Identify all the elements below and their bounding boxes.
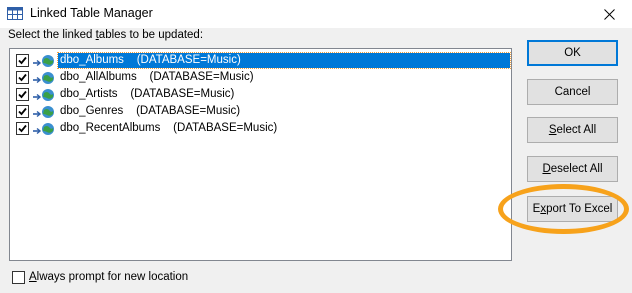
linked-table-icon xyxy=(32,54,56,68)
always-prompt-checkbox[interactable] xyxy=(12,271,25,284)
checkmark-icon xyxy=(18,90,27,99)
table-name: dbo_Albums (DATABASE=Music) xyxy=(57,52,511,69)
table-checkbox[interactable] xyxy=(16,54,29,67)
checkmark-icon xyxy=(18,73,27,82)
linked-tables-list[interactable]: dbo_Albums (DATABASE=Music) dbo_AllAlbum… xyxy=(9,48,512,261)
table-name: dbo_AllAlbums (DATABASE=Music) xyxy=(60,71,254,83)
cancel-button[interactable]: Cancel xyxy=(527,79,618,105)
close-icon xyxy=(604,9,615,20)
instructions-label: Select the linked tables to be updated: xyxy=(8,29,204,41)
deselect-all-button[interactable]: Deselect All xyxy=(527,156,618,182)
linked-table-icon xyxy=(32,88,56,102)
window-title: Linked Table Manager xyxy=(30,6,153,20)
table-checkbox[interactable] xyxy=(16,105,29,118)
checkmark-icon xyxy=(18,107,27,116)
title-bar: Linked Table Manager xyxy=(0,0,632,28)
always-prompt-label: Always prompt for new location xyxy=(29,271,189,283)
list-item[interactable]: dbo_RecentAlbums (DATABASE=Music) xyxy=(14,120,508,137)
always-prompt-option[interactable]: Always prompt for new location xyxy=(12,270,262,286)
close-button[interactable] xyxy=(586,0,632,28)
select-all-button[interactable]: Select All xyxy=(527,117,618,143)
table-name: dbo_RecentAlbums (DATABASE=Music) xyxy=(60,122,278,134)
list-item[interactable]: dbo_Genres (DATABASE=Music) xyxy=(14,103,508,120)
linked-table-manager-dialog: Linked Table Manager Select the linked t… xyxy=(0,0,632,293)
list-item[interactable]: dbo_Artists (DATABASE=Music) xyxy=(14,86,508,103)
ok-button[interactable]: OK xyxy=(527,40,618,66)
list-item[interactable]: dbo_Albums (DATABASE=Music) xyxy=(14,52,511,69)
export-to-excel-button[interactable]: Export To Excel xyxy=(527,196,618,222)
table-name: dbo_Genres (DATABASE=Music) xyxy=(60,105,241,117)
checkmark-icon xyxy=(18,56,27,65)
table-name: dbo_Artists (DATABASE=Music) xyxy=(60,88,235,100)
list-item[interactable]: dbo_AllAlbums (DATABASE=Music) xyxy=(14,69,508,86)
linked-table-icon xyxy=(32,122,56,136)
table-checkbox[interactable] xyxy=(16,71,29,84)
table-checkbox[interactable] xyxy=(16,88,29,101)
checkmark-icon xyxy=(18,124,27,133)
linked-table-icon xyxy=(32,105,56,119)
linked-table-icon xyxy=(32,71,56,85)
table-link-icon xyxy=(7,7,23,20)
table-checkbox[interactable] xyxy=(16,122,29,135)
